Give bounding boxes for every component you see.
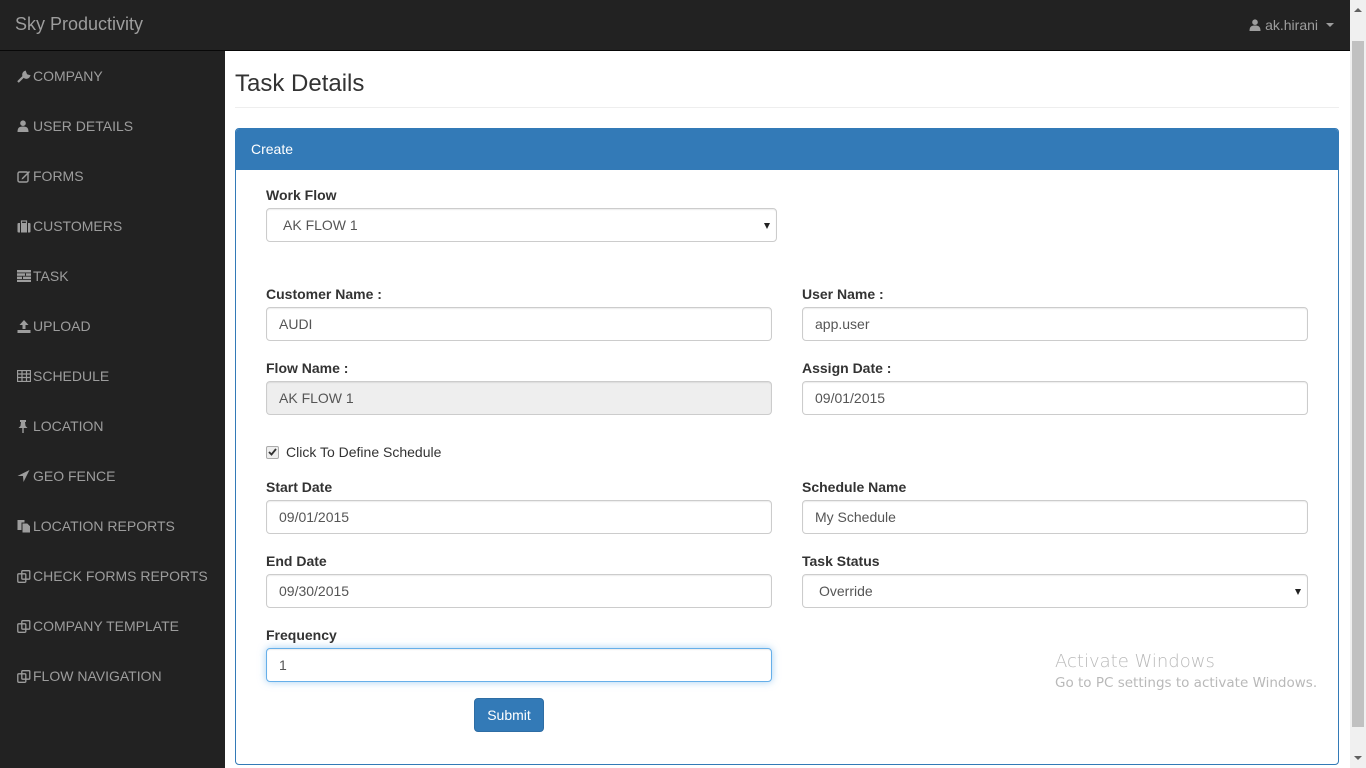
sidebar-item-location-reports[interactable]: LOCATION REPORTS [0, 501, 225, 551]
user-menu-dropdown[interactable]: ak.hirani [1249, 17, 1334, 33]
vertical-scrollbar[interactable] [1350, 0, 1366, 768]
start-date-input[interactable] [266, 500, 772, 535]
flow-name-label: Flow Name : [266, 360, 349, 377]
sidebar-item-company[interactable]: COMPANY [0, 51, 225, 101]
frequency-input[interactable] [266, 648, 772, 683]
sidebar-item-label: GEO FENCE [33, 468, 116, 484]
panel-heading: Create [236, 129, 1338, 171]
sidebar-item-label: COMPANY [33, 68, 103, 84]
assign-date-field: Assign Date : [802, 360, 1308, 416]
end-date-label: End Date [266, 553, 327, 570]
location-arrow-icon [17, 470, 32, 483]
sidebar-item-label: LOCATION [33, 418, 104, 434]
caret-down-icon [1326, 23, 1334, 27]
user-name-input[interactable] [802, 307, 1308, 342]
sidebar-item-upload[interactable]: UPLOAD [0, 301, 225, 351]
edit-icon [17, 170, 32, 183]
sidebar-item-label: CUSTOMERS [33, 218, 123, 234]
copy-icon [17, 519, 32, 533]
schedule-name-label: Schedule Name [802, 479, 907, 496]
watermark-subtitle: Go to PC settings to activate Windows. [1055, 675, 1318, 691]
customer-name-input[interactable] [266, 307, 772, 342]
task-status-field: Task Status Override [802, 553, 1308, 609]
workflow-label: Work Flow [266, 187, 337, 204]
sidebar-item-customers[interactable]: CUSTOMERS [0, 201, 225, 251]
user-icon [1249, 19, 1261, 31]
dropdown-arrow-icon [1295, 589, 1301, 596]
customer-name-label: Customer Name : [266, 286, 382, 303]
sidebar-item-label: TASK [33, 268, 69, 284]
define-schedule-label: Click To Define Schedule [286, 444, 442, 461]
sidebar-item-flow-navigation[interactable]: FLOW NAVIGATION [0, 651, 225, 701]
page-header: Task Details [235, 51, 1339, 109]
start-date-label: Start Date [266, 479, 333, 496]
checkmark-icon [268, 448, 277, 457]
sidebar-item-location[interactable]: LOCATION [0, 401, 225, 451]
table-icon [17, 370, 32, 383]
sidebar-item-label: UPLOAD [33, 318, 91, 334]
sidebar-item-forms[interactable]: FORMS [0, 151, 225, 201]
sidebar-item-company-template[interactable]: COMPANY TEMPLATE [0, 601, 225, 651]
upload-icon [17, 319, 32, 333]
frequency-field: Frequency [266, 627, 772, 683]
end-date-input[interactable] [266, 574, 772, 609]
sidebar-item-label: FORMS [33, 168, 84, 184]
sidebar-item-user-details[interactable]: USER DETAILS [0, 101, 225, 151]
define-schedule-row[interactable]: Click To Define Schedule [266, 444, 441, 460]
username-label: ak.hirani [1265, 17, 1318, 33]
user-name-field: User Name : [802, 286, 1308, 342]
flow-name-field: Flow Name : [266, 360, 772, 416]
sidebar-item-label: COMPANY TEMPLATE [33, 618, 179, 634]
end-date-field: End Date [266, 553, 772, 609]
start-date-field: Start Date [266, 479, 772, 535]
assign-date-label: Assign Date : [802, 360, 892, 377]
page-title: Task Details [235, 70, 365, 97]
workflow-field: Work Flow AK FLOW 1 [266, 187, 777, 243]
briefcase-icon [17, 219, 32, 233]
sidebar-item-geo-fence[interactable]: GEO FENCE [0, 451, 225, 501]
flow-name-input [266, 381, 772, 416]
duplicate-icon [17, 619, 32, 633]
scroll-up-arrow-icon[interactable] [1354, 8, 1362, 12]
wrench-icon [17, 69, 32, 83]
tasks-icon [17, 270, 32, 283]
define-schedule-checkbox[interactable] [266, 445, 279, 459]
scroll-down-arrow-icon[interactable] [1354, 756, 1362, 760]
task-status-value: Override [819, 583, 873, 600]
sidebar-item-task[interactable]: TASK [0, 251, 225, 301]
sidebar-item-check-forms-reports[interactable]: CHECK FORMS REPORTS [0, 551, 225, 601]
sidebar-item-label: SCHEDULE [33, 368, 110, 384]
sidebar-item-label: CHECK FORMS REPORTS [33, 568, 208, 584]
sidebar-item-label: LOCATION REPORTS [33, 518, 175, 534]
activate-windows-watermark: Activate Windows Go to PC settings to ac… [1055, 651, 1317, 691]
watermark-title: Activate Windows [1055, 651, 1215, 672]
sidebar-item-schedule[interactable]: SCHEDULE [0, 351, 225, 401]
user-icon [17, 120, 32, 133]
pushpin-icon [17, 419, 32, 433]
duplicate-icon [17, 569, 32, 583]
submit-button[interactable]: Submit [474, 698, 544, 733]
user-name-label: User Name : [802, 286, 884, 303]
brand-logo[interactable]: Sky Productivity [15, 14, 143, 35]
customer-name-field: Customer Name : [266, 286, 772, 342]
workflow-select[interactable]: AK FLOW 1 [266, 208, 777, 243]
task-status-select[interactable]: Override [802, 574, 1308, 609]
schedule-name-field: Schedule Name [802, 479, 1308, 535]
sidebar-item-label: USER DETAILS [33, 118, 134, 134]
schedule-name-input[interactable] [802, 500, 1308, 535]
frequency-label: Frequency [266, 627, 337, 644]
dropdown-arrow-icon [764, 223, 770, 230]
duplicate-icon [17, 669, 32, 683]
scroll-thumb[interactable] [1352, 41, 1364, 727]
top-navbar: Sky Productivity ak.hirani [0, 0, 1350, 51]
sidebar: COMPANY USER DETAILS FORMS CUSTOMERS TAS… [0, 51, 225, 768]
sidebar-item-label: FLOW NAVIGATION [33, 668, 162, 684]
task-status-label: Task Status [802, 553, 880, 570]
workflow-value: AK FLOW 1 [283, 217, 358, 234]
assign-date-input[interactable] [802, 381, 1308, 416]
